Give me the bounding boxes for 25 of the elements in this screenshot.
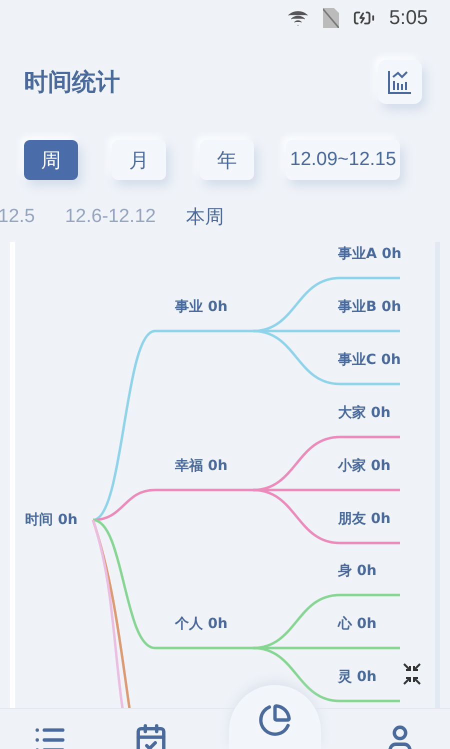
status-time: 5:05 [389, 6, 428, 30]
range-tab[interactable]: 周 [24, 140, 78, 180]
branch-node[interactable]: 事业 0h [175, 298, 228, 316]
range-tab[interactable]: 年 [200, 140, 254, 180]
no-sim-icon [323, 8, 340, 28]
leaf-node[interactable]: 灵 0h [338, 668, 377, 686]
calendar-icon [134, 723, 168, 749]
bar-chart-icon [386, 68, 414, 96]
leaf-node[interactable]: 事业A 0h [338, 245, 402, 263]
leaf-node[interactable]: 事业B 0h [338, 298, 402, 316]
date-range-button[interactable]: 12.09~12.15 [286, 140, 400, 180]
branch-node[interactable]: 个人 0h [175, 615, 228, 633]
page-title: 时间统计 [24, 67, 120, 98]
branch-node[interactable]: 幸福 0h [175, 457, 228, 475]
range-tab[interactable]: 月 [112, 140, 166, 180]
leaf-node[interactable]: 心 0h [338, 615, 377, 633]
leaf-node[interactable]: 小家 0h [338, 457, 391, 475]
root-node[interactable]: 时间 0h [25, 511, 78, 529]
pie-chart-icon [258, 703, 292, 737]
period-item[interactable]: 本周 [186, 204, 224, 230]
leaf-node[interactable]: 大家 0h [338, 404, 391, 422]
leaf-node[interactable]: 朋友 0h [338, 510, 391, 528]
chart-button[interactable] [378, 60, 422, 104]
leaf-node[interactable]: 事业C 0h [338, 351, 401, 369]
leaf-node[interactable]: 身 0h [338, 562, 377, 580]
